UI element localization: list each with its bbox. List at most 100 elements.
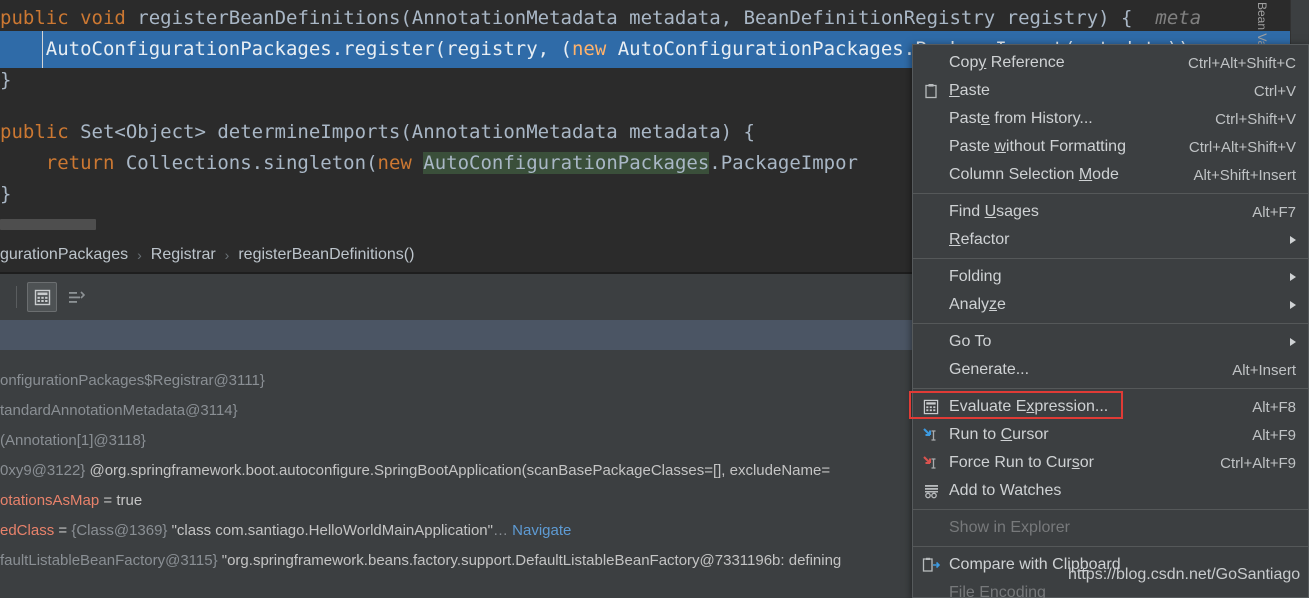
variable-text: …	[492, 522, 513, 539]
menu-item-add-to-watches[interactable]: Add to Watches	[913, 477, 1308, 505]
menu-item-label: Copy Reference	[949, 54, 1065, 71]
breadcrumb-item-class[interactable]: gurationPackages	[0, 246, 128, 264]
menu-item-label: Evaluate Expression...	[949, 398, 1109, 415]
code-token: void	[80, 7, 126, 29]
clipboard-icon	[921, 81, 941, 101]
variable-text: @org.springframework.boot.autoconfigure.…	[89, 462, 831, 479]
menu-item-shortcut: Ctrl+Alt+Shift+C	[1188, 54, 1296, 72]
menu-item-label: Paste from History...	[949, 110, 1093, 127]
menu-item-label: Analyze	[949, 296, 1006, 313]
menu-item-label: Paste without Formatting	[949, 138, 1126, 155]
chevron-right-icon	[1290, 273, 1296, 281]
menu-item-shortcut: Ctrl+Alt+F9	[1220, 454, 1296, 472]
chevron-right-icon: ›	[224, 247, 230, 263]
code-token: }	[0, 183, 12, 205]
code-token: AutoConfigurationPackages.register(regis…	[0, 38, 572, 60]
breadcrumb-item-inner-class[interactable]: Registrar	[151, 246, 216, 264]
menu-item-copy-reference[interactable]: Copy Reference Ctrl+Alt+Shift+C	[913, 49, 1308, 77]
chevron-right-icon: ›	[137, 247, 142, 263]
variable-text: (Annotation[1]@3118}	[0, 432, 146, 449]
code-token: public	[0, 121, 69, 143]
menu-item-refactor[interactable]: Refactor	[913, 226, 1308, 254]
menu-item-force-run-to-cursor[interactable]: Force Run to Cursor Ctrl+Alt+F9	[913, 449, 1308, 477]
chevron-right-icon	[1290, 236, 1296, 244]
menu-item-generate[interactable]: Generate... Alt+Insert	[913, 356, 1308, 384]
menu-item-shortcut: Ctrl+V	[1253, 82, 1296, 100]
sort-values-icon[interactable]	[61, 282, 91, 312]
watches-icon	[921, 481, 941, 501]
menu-separator	[913, 258, 1308, 259]
variable-text: =	[99, 492, 117, 509]
variable-text: tandardAnnotationMetadata@3114}	[0, 402, 238, 419]
variable-text: 0xy9@3122}	[0, 462, 90, 479]
menu-item-paste-from-history[interactable]: Paste from History... Ctrl+Shift+V	[913, 105, 1308, 133]
chevron-right-icon	[1290, 301, 1296, 309]
menu-item-evaluate-expression[interactable]: Evaluate Expression... Alt+F8	[909, 391, 1308, 421]
menu-item-shortcut: Ctrl+Alt+Shift+V	[1188, 138, 1296, 156]
chevron-right-icon	[1290, 338, 1296, 346]
menu-item-label: Force Run to Cursor	[949, 454, 1094, 471]
menu-item-label: Show in Explorer	[949, 519, 1070, 536]
menu-item-label: File Encoding	[949, 584, 1046, 598]
menu-item-label: Generate...	[949, 361, 1030, 378]
variable-text: edClass	[0, 522, 55, 539]
code-token: .PackageImpor	[709, 152, 858, 174]
breadcrumb-item-method[interactable]: registerBeanDefinitions()	[238, 246, 414, 264]
code-token: new	[377, 152, 412, 174]
menu-item-label: Go To	[949, 333, 992, 350]
menu-separator	[913, 323, 1308, 324]
toolbar-divider	[16, 286, 17, 308]
code-token: new	[571, 38, 607, 60]
menu-item-label: Run to Cursor	[949, 426, 1049, 443]
menu-item-shortcut: Alt+Insert	[1232, 361, 1296, 379]
menu-item-label: Find Usages	[949, 203, 1039, 220]
code-token: return	[45, 152, 115, 174]
menu-item-show-in-explorer: Show in Explorer	[913, 514, 1308, 542]
menu-item-label: Add to Watches	[949, 482, 1062, 499]
code-token: registerBeanDefinitions(AnnotationMetada…	[125, 7, 1144, 29]
menu-separator	[913, 388, 1308, 389]
menu-item-find-usages[interactable]: Find Usages Alt+F7	[913, 198, 1308, 226]
variable-text: "class com.santiago.HelloWorldMainApplic…	[171, 522, 493, 539]
menu-item-paste-without-formatting[interactable]: Paste without Formatting Ctrl+Alt+Shift+V	[913, 133, 1308, 161]
variable-text: faultListableBeanFactory@3115}	[0, 552, 222, 569]
code-token: AutoConfigurationPackages	[423, 152, 710, 174]
menu-separator	[913, 193, 1308, 194]
variable-text: =	[54, 522, 72, 539]
variable-text: otationsAsMap	[0, 492, 100, 509]
menu-item-paste[interactable]: Paste Ctrl+V	[913, 77, 1308, 105]
code-token: Set<Object> determineImports(AnnotationM…	[68, 121, 755, 143]
variable-text: {Class@1369}	[71, 522, 172, 539]
calculator-icon	[921, 397, 941, 417]
evaluate-expression-icon[interactable]	[27, 282, 57, 312]
code-token: }	[0, 69, 12, 91]
force-run-to-cursor-icon	[921, 453, 941, 473]
navigate-link[interactable]: Navigate	[512, 522, 571, 539]
editor-hscrollbar-thumb[interactable]	[0, 219, 96, 230]
ide-window: public void registerBeanDefinitions(Anno…	[0, 0, 1309, 598]
menu-separator	[913, 546, 1308, 547]
menu-item-label: Refactor	[949, 231, 1010, 248]
run-to-cursor-icon	[921, 425, 941, 445]
menu-item-run-to-cursor[interactable]: Run to Cursor Alt+F9	[913, 421, 1308, 449]
menu-item-go-to[interactable]: Go To	[913, 328, 1308, 356]
menu-item-label: Folding	[949, 268, 1002, 285]
code-token: Collections.singleton(	[114, 152, 378, 174]
menu-item-folding[interactable]: Folding	[913, 263, 1308, 291]
menu-item-shortcut: Alt+Shift+Insert	[1193, 166, 1296, 184]
code-token: meta	[1143, 7, 1202, 29]
variable-text: true	[116, 492, 143, 509]
menu-item-column-selection-mode[interactable]: Column Selection Mode Alt+Shift+Insert	[913, 161, 1308, 189]
compare-clipboard-icon	[921, 555, 941, 575]
menu-item-analyze[interactable]: Analyze	[913, 291, 1308, 319]
menu-item-shortcut: Alt+F9	[1252, 426, 1296, 444]
watermark-url: https://blog.csdn.net/GoSantiago	[1068, 566, 1301, 583]
menu-separator	[913, 509, 1308, 510]
variable-text: onfigurationPackages$Registrar@3111}	[0, 372, 265, 389]
menu-item-label: Paste	[949, 82, 990, 99]
code-token: public	[0, 7, 69, 29]
editor-context-menu[interactable]: Copy Reference Ctrl+Alt+Shift+C Paste Ctrl+…	[909, 44, 1309, 598]
